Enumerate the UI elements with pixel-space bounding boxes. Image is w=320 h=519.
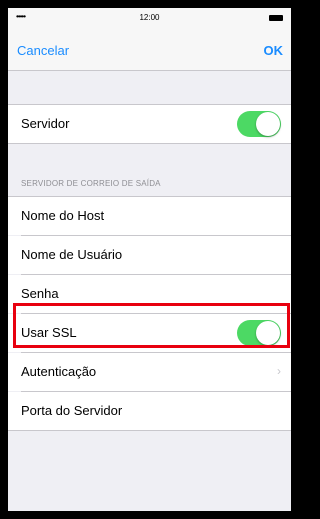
authentication-label: Autenticação xyxy=(21,364,97,379)
password-label: Senha xyxy=(21,286,59,301)
server-port-row[interactable]: Porta do Servidor xyxy=(8,392,291,430)
status-time: 12:00 xyxy=(139,13,160,22)
divider xyxy=(8,430,291,431)
host-name-label: Nome do Host xyxy=(21,208,105,223)
chevron-right-icon: › xyxy=(277,364,281,378)
server-row[interactable]: Servidor xyxy=(8,105,291,143)
user-name-label: Nome de Usuário xyxy=(21,247,123,262)
host-name-row[interactable]: Nome do Host xyxy=(8,197,291,235)
ok-button[interactable]: OK xyxy=(264,43,284,58)
server-label: Servidor xyxy=(21,116,70,131)
authentication-row[interactable]: Autenticação › xyxy=(8,353,291,391)
navigation-bar: Cancelar OK xyxy=(8,28,291,71)
server-toggle[interactable] xyxy=(237,111,281,137)
cancel-button[interactable]: Cancelar xyxy=(17,43,69,58)
status-bar: ••••• 12:00 xyxy=(8,8,291,28)
section-header-outgoing-server: SERVIDOR DE CORREIO DE SAÍDA xyxy=(21,179,161,188)
user-name-row[interactable]: Nome de Usuário xyxy=(8,236,291,274)
divider xyxy=(8,143,291,144)
server-port-label: Porta do Servidor xyxy=(21,403,123,418)
highlight-box xyxy=(13,303,290,348)
battery-icon xyxy=(269,15,283,21)
device-screen: ••••• 12:00 Cancelar OK Servidor SERVIDO… xyxy=(8,8,291,511)
toggle-knob xyxy=(256,112,280,136)
